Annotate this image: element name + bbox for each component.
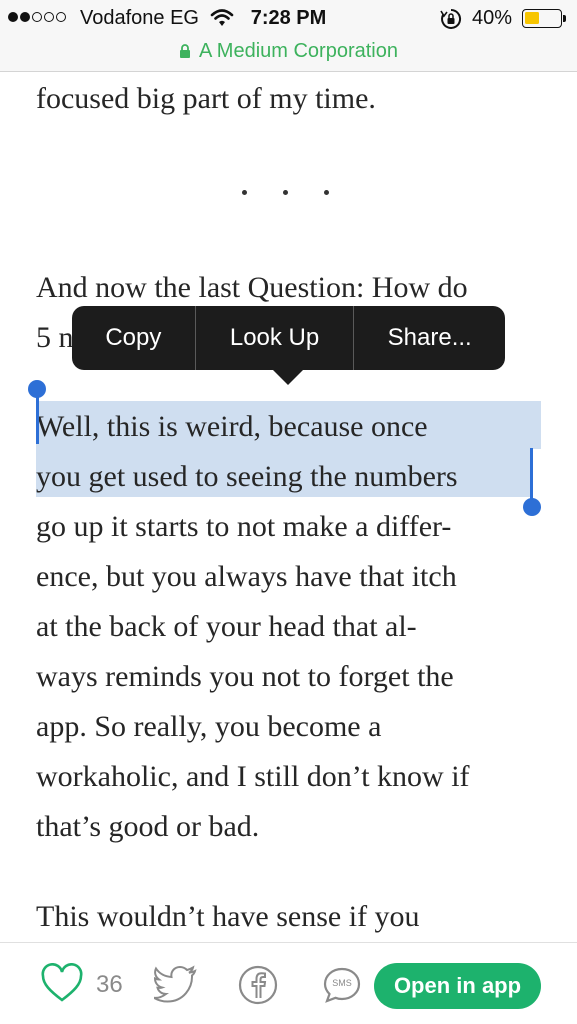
paragraph-line[interactable]: you get used to seeing the numbers [36,452,458,502]
context-menu-pointer [272,369,304,385]
heart-icon[interactable] [40,963,84,1003]
paragraph-line[interactable]: that’s good or bad. [36,802,259,852]
status-bar: Vodafone EG 7:28 PM 40% [0,0,577,38]
url-bar[interactable]: A Medium Corporation [0,38,577,64]
like-count: 36 [96,971,123,998]
sms-share-button[interactable]: SMS [322,965,362,1005]
browser-top-bar: Vodafone EG 7:28 PM 40% A Medium Corpora… [0,0,577,72]
open-in-app-button[interactable]: Open in app [374,963,541,1009]
rotation-lock-icon [440,8,462,29]
text-context-menu: Copy Look Up Share... [72,306,505,370]
battery-icon [522,9,566,28]
paragraph-line[interactable]: Well, this is weird, because once [36,402,428,452]
paragraph-line: This wouldn’t have sense if you [36,900,420,933]
selection-end-handle[interactable] [523,498,541,516]
copy-button[interactable]: Copy [72,306,195,370]
facebook-icon[interactable] [238,965,278,1005]
question-line-partial: 5 n [36,321,74,354]
battery-percentage: 40% [472,7,513,29]
paragraph-line[interactable]: at the back of your head that al- [36,602,417,652]
paragraph-line[interactable]: ways reminds you not to forget the [36,652,454,702]
selection-start-caret [36,390,39,444]
paragraph-line[interactable]: go up it starts to not make a differ- [36,502,451,552]
article-line: focused big part of my time. [36,82,376,115]
site-name: A Medium Corporation [199,39,398,62]
look-up-button[interactable]: Look Up [194,306,354,370]
sms-label: SMS [332,978,352,988]
paragraph-line[interactable]: app. So really, you become a [36,702,381,752]
share-button[interactable]: Share... [353,306,505,370]
section-separator [242,190,329,195]
lock-icon [180,43,190,58]
twitter-icon[interactable] [154,965,198,1003]
selection-end-caret [530,448,533,502]
bottom-action-bar: 36 SMS Open in app [0,942,577,1024]
paragraph-line[interactable]: workaholic, and I still don’t know if [36,752,470,802]
paragraph-line[interactable]: ence, but you always have that itch [36,552,457,602]
